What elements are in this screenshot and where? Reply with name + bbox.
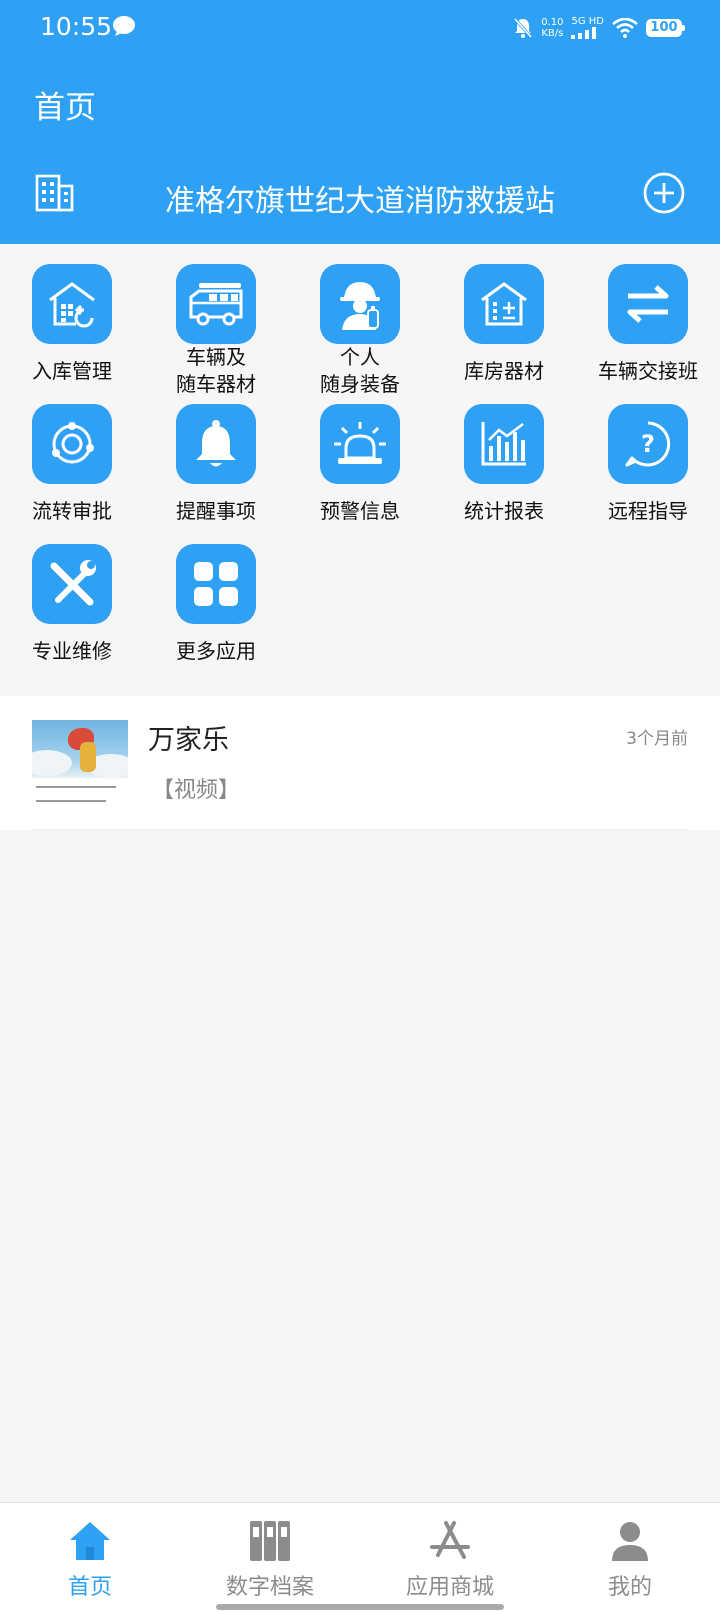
tab-app-store[interactable]: 应用商城	[360, 1503, 540, 1612]
app-reminders[interactable]: 提醒事项	[144, 384, 288, 524]
divider	[32, 829, 688, 830]
app-grid: 入库管理 车辆及 随车器材 个人 随身装备 库房器材 车辆交接班 流转审批 提醒…	[0, 244, 720, 676]
circulation-icon	[52, 422, 94, 464]
add-circle-icon[interactable]	[642, 171, 686, 215]
swap-arrows-icon	[627, 285, 669, 323]
wifi-icon	[612, 18, 638, 38]
cell-signal: 5G HD	[571, 17, 604, 39]
status-indicators: 0.10 KB/s 5G HD 100	[513, 13, 685, 43]
app-label: 流转审批	[32, 499, 112, 523]
station-name[interactable]: 准格尔旗世纪大道消防救援站	[0, 176, 720, 220]
battery-indicator: 100	[646, 19, 685, 37]
news-tag: 【视频】	[152, 778, 241, 803]
app-label: 远程指导	[608, 499, 688, 523]
fire-truck-icon	[189, 283, 243, 326]
firefighter-icon	[340, 282, 380, 330]
bottom-tab-bar: 首页 数字档案 应用商城 我的	[0, 1502, 720, 1612]
tab-label: 数字档案	[225, 1575, 314, 1600]
app-circulation-approval[interactable]: 流转审批	[0, 384, 144, 524]
user-icon	[612, 1522, 648, 1561]
app-label: 入库管理	[32, 359, 112, 383]
status-time: 10:55	[40, 12, 113, 41]
bell-icon	[196, 420, 236, 467]
grid-apps-icon	[194, 562, 238, 606]
tab-me[interactable]: 我的	[540, 1503, 720, 1612]
app-label: 更多应用	[176, 639, 256, 663]
tab-label: 首页	[67, 1575, 112, 1600]
signal-bars-icon	[571, 27, 597, 39]
app-label: 库房器材	[464, 359, 544, 383]
app-label: 统计报表	[464, 499, 544, 523]
news-list: 万家乐 【视频】 3个月前	[0, 696, 720, 830]
page-title: 首页	[34, 90, 96, 126]
news-item[interactable]: 万家乐 【视频】 3个月前	[0, 696, 720, 830]
tab-digital-archive[interactable]: 数字档案	[180, 1503, 360, 1612]
message-icon	[113, 16, 135, 36]
app-statistics[interactable]: 统计报表	[432, 384, 576, 524]
status-bar: 10:55 0.10 KB/s 5G HD 100	[0, 0, 720, 56]
app-warning-info[interactable]: 预警信息	[288, 384, 432, 524]
news-thumbnail[interactable]	[32, 720, 128, 812]
alarm-light-icon	[334, 422, 386, 464]
app-header: 10:55 0.10 KB/s 5G HD 100 首页 准格尔旗世纪大道消防救…	[0, 0, 720, 244]
home-indicator	[216, 1604, 504, 1610]
net-speed: 0.10 KB/s	[541, 17, 564, 39]
app-more[interactable]: 更多应用	[144, 524, 288, 664]
app-store-icon	[430, 1521, 470, 1559]
svg-text:?: ?	[641, 430, 655, 458]
tab-label: 我的	[607, 1575, 652, 1600]
app-vehicles-equipment[interactable]: 车辆及 随车器材	[144, 244, 288, 396]
news-title: 万家乐	[148, 725, 229, 756]
archive-icon	[250, 1521, 290, 1561]
app-label: 预警信息	[320, 499, 400, 523]
station-selector[interactable]: 准格尔旗世纪大道消防救援站	[0, 166, 720, 230]
tab-label: 应用商城	[405, 1575, 494, 1600]
tab-home[interactable]: 首页	[0, 1503, 180, 1612]
app-personal-gear[interactable]: 个人 随身装备	[288, 244, 432, 396]
app-storeroom-equipment[interactable]: 库房器材	[432, 244, 576, 384]
news-time: 3个月前	[626, 729, 688, 749]
app-professional-repair[interactable]: 专业维修	[0, 524, 144, 664]
home-icon	[70, 1522, 110, 1560]
warehouse-in-icon	[49, 282, 95, 328]
app-remote-guidance[interactable]: ? 远程指导	[576, 384, 720, 524]
mute-bell-icon	[514, 18, 533, 38]
app-label: 提醒事项	[176, 499, 256, 523]
app-label: 专业维修	[32, 639, 112, 663]
app-vehicle-handover[interactable]: 车辆交接班	[576, 244, 720, 384]
tools-icon	[50, 560, 96, 606]
app-label: 车辆交接班	[598, 359, 698, 383]
storeroom-icon	[481, 282, 527, 326]
app-warehouse-in[interactable]: 入库管理	[0, 244, 144, 384]
bar-chart-icon	[481, 422, 526, 466]
help-bubble-icon: ?	[625, 421, 671, 467]
